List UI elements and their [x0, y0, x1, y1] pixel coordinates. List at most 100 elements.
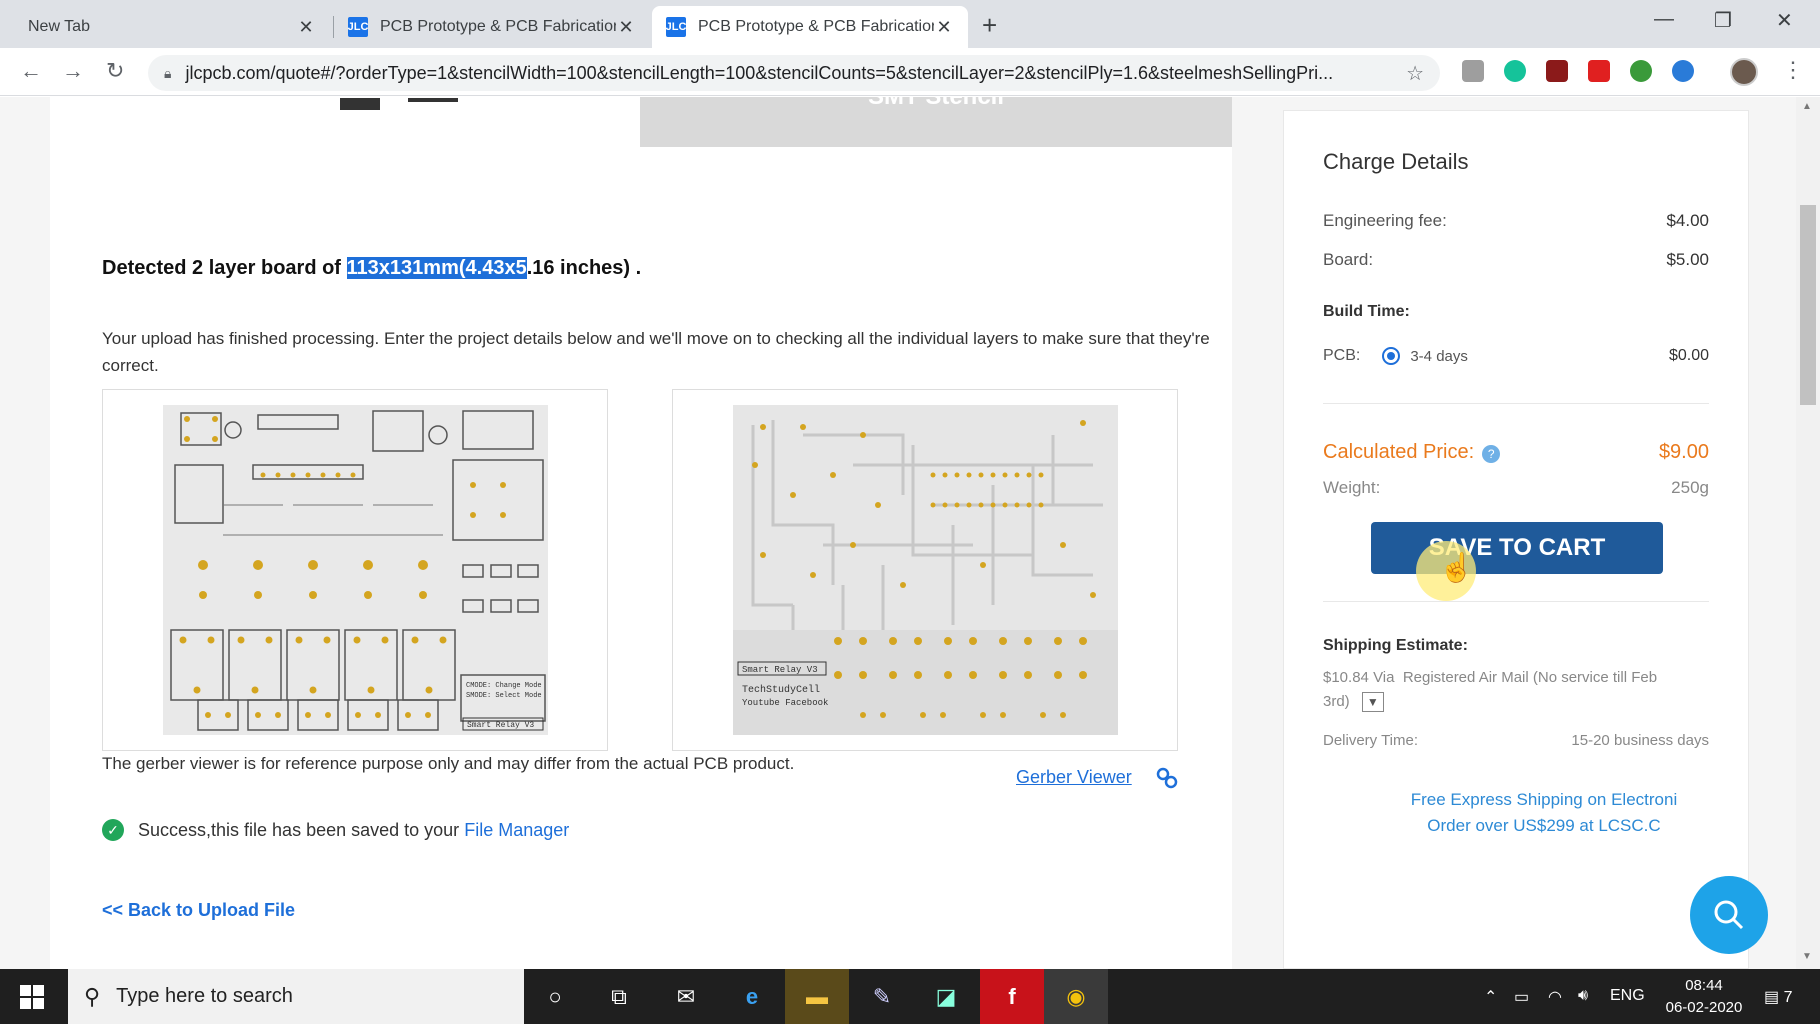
battery-icon[interactable]: ▭: [1514, 987, 1529, 1007]
charge-details-panel: Charge Details Engineering fee: $4.00 Bo…: [1283, 110, 1749, 969]
link-icon[interactable]: [1156, 767, 1178, 789]
windows-start-icon[interactable]: [20, 985, 44, 1009]
task-view-icon[interactable]: ⧉: [603, 981, 635, 1013]
scrollbar-thumb[interactable]: [1800, 205, 1816, 405]
restore-icon[interactable]: ❐: [1714, 8, 1732, 33]
search-icon: ⚲: [84, 983, 101, 1009]
search-fab-button[interactable]: [1690, 876, 1768, 954]
chrome-icon[interactable]: ◉: [1060, 981, 1092, 1013]
promo-line-1: Free Express Shipping on Electroni: [1410, 790, 1678, 809]
tab-close-icon[interactable]: ✕: [616, 17, 636, 38]
gerber-top-viewer[interactable]: CMODE: Change Mode SMODE: Select Mode Sm…: [102, 389, 608, 751]
engineering-fee-row: Engineering fee: $4.00: [1323, 211, 1709, 231]
reload-icon[interactable]: ↻: [106, 58, 124, 84]
language-indicator[interactable]: ENG: [1610, 987, 1645, 1005]
close-window-icon[interactable]: ✕: [1776, 8, 1793, 33]
viewer-disclaimer: The gerber viewer is for reference purpo…: [102, 754, 795, 773]
pcb-top-layer-image: CMODE: Change Mode SMODE: Select Mode Sm…: [163, 405, 548, 735]
tab-pcb[interactable]: [340, 97, 480, 110]
wifi-icon[interactable]: ◠: [1548, 987, 1562, 1007]
bottom-silk-line-2: TechStudyCell: [742, 684, 820, 696]
board-row: Board: $5.00: [1323, 250, 1709, 270]
notification-center-icon[interactable]: ▤ 7: [1764, 987, 1792, 1007]
weight-value: 250g: [1671, 478, 1709, 497]
profile-avatar[interactable]: [1730, 58, 1758, 86]
gerber-bottom-viewer[interactable]: Smart Relay V3 TechStudyCell Youtube Fac…: [672, 389, 1178, 751]
save-to-cart-button[interactable]: SAVE TO CART: [1371, 522, 1663, 574]
weight-row: Weight: 250g: [1323, 478, 1709, 498]
acrobat-icon[interactable]: [1588, 60, 1610, 82]
tab-pcb-prototype-1[interactable]: JLC PCB Prototype & PCB Fabricatior ✕: [334, 6, 650, 48]
tray-chevron-up-icon[interactable]: ⌃: [1484, 987, 1497, 1007]
shipping-dropdown-chevron-icon[interactable]: ▼: [1361, 692, 1384, 713]
tab-smt-stencil[interactable]: SMT Stencil: [640, 97, 1232, 147]
search-icon: [1714, 900, 1744, 930]
edge-icon[interactable]: e: [736, 981, 768, 1013]
file-manager-link[interactable]: File Manager: [464, 820, 569, 841]
web-extension-icon[interactable]: [1672, 60, 1694, 82]
bookmark-star-icon[interactable]: ☆: [1406, 61, 1424, 86]
build-option-label: 3-4 days: [1410, 347, 1468, 365]
tab-pcb-prototype-2[interactable]: JLC PCB Prototype & PCB Fabricatior ✕: [652, 6, 968, 48]
scroll-up-icon[interactable]: ▲: [1802, 101, 1812, 112]
calculated-price-value: $9.00: [1658, 441, 1709, 463]
flash-player-icon[interactable]: f: [996, 981, 1028, 1013]
check-circle-icon: ✓: [102, 819, 124, 841]
taskbar-search[interactable]: ⚲ Type here to search: [68, 969, 524, 1024]
page-scrollbar[interactable]: ▲ ▼: [1796, 97, 1820, 969]
delivery-label: Delivery Time:: [1323, 732, 1419, 749]
weight-label: Weight:: [1323, 478, 1381, 497]
board-label: Board:: [1323, 250, 1374, 269]
windows-taskbar: ⚲ Type here to search ○ ⧉ ✉ e ▬ ✎ ◪ f ◉ …: [0, 969, 1820, 1024]
tab-new-tab[interactable]: New Tab ✕: [14, 6, 330, 48]
pcb-tab-icon: [340, 98, 458, 110]
paint-icon[interactable]: ✎: [866, 981, 898, 1013]
grammarly-icon[interactable]: [1504, 60, 1526, 82]
shipping-price: $10.84: [1323, 669, 1369, 686]
file-explorer-icon[interactable]: ▬: [801, 981, 833, 1013]
lock-icon: 🔒︎: [164, 64, 172, 81]
cortana-icon[interactable]: ○: [539, 981, 571, 1013]
calculated-price-label: Calculated Price:: [1323, 441, 1475, 463]
tab-close-icon[interactable]: ✕: [934, 17, 954, 38]
jlc-favicon-icon: JLC: [666, 17, 686, 37]
back-arrow-icon[interactable]: ←: [20, 58, 42, 84]
back-to-upload-link[interactable]: << Back to Upload File: [102, 900, 295, 921]
menu-kebab-icon[interactable]: ⋮: [1782, 57, 1804, 83]
shipping-via: Via: [1373, 669, 1395, 686]
browser-tab-strip: New Tab ✕ JLC PCB Prototype & PCB Fabric…: [0, 0, 1820, 48]
pdf-extension-icon[interactable]: [1546, 60, 1568, 82]
forward-arrow-icon[interactable]: →: [62, 58, 84, 84]
clock-time: 08:44: [1685, 977, 1723, 994]
scroll-down-icon[interactable]: ▼: [1802, 951, 1812, 962]
success-message: ✓ Success,this file has been saved to yo…: [102, 819, 569, 841]
gerber-viewer-link[interactable]: Gerber Viewer: [1016, 767, 1132, 788]
bottom-silk-line-1: Smart Relay V3: [742, 665, 818, 675]
help-question-icon[interactable]: ?: [1482, 445, 1501, 463]
bottom-silk-line-3: Youtube Facebook: [742, 698, 828, 708]
minimize-icon[interactable]: —: [1654, 8, 1674, 31]
app-icon[interactable]: ◪: [930, 981, 962, 1013]
engineering-fee-value: $4.00: [1666, 211, 1709, 230]
tab-close-icon[interactable]: ✕: [296, 17, 316, 38]
free-shipping-promo[interactable]: Free Express Shipping on Electroni Order…: [1384, 787, 1704, 839]
extension-icon[interactable]: [1462, 60, 1484, 82]
globe-extension-icon[interactable]: [1630, 60, 1652, 82]
divider: [1323, 601, 1709, 602]
tab-title: New Tab: [28, 18, 90, 35]
svg-text:SMODE: Select Mode: SMODE: Select Mode: [466, 692, 542, 700]
volume-icon[interactable]: 🔊︎: [1578, 987, 1588, 1005]
build-time-row: PCB: 3-4 days $0.00: [1323, 347, 1709, 365]
detected-prefix: Detected 2 layer board of: [102, 257, 347, 279]
new-tab-plus-icon[interactable]: +: [982, 10, 997, 41]
board-value: $5.00: [1666, 250, 1709, 269]
build-time-radio[interactable]: [1382, 347, 1401, 365]
taskbar-search-placeholder: Type here to search: [116, 985, 293, 1007]
build-time-label: Build Time:: [1323, 303, 1410, 320]
mail-icon[interactable]: ✉: [670, 981, 702, 1013]
notification-count: 7: [1783, 989, 1793, 1006]
taskbar-clock[interactable]: 08:44 06-02-2020: [1664, 975, 1744, 1019]
jlc-favicon-icon: JLC: [348, 17, 368, 37]
address-bar[interactable]: 🔒︎ jlcpcb.com/quote#/?orderType=1&stenci…: [148, 55, 1440, 91]
delivery-time-row: Delivery Time: 15-20 business days: [1323, 732, 1709, 749]
